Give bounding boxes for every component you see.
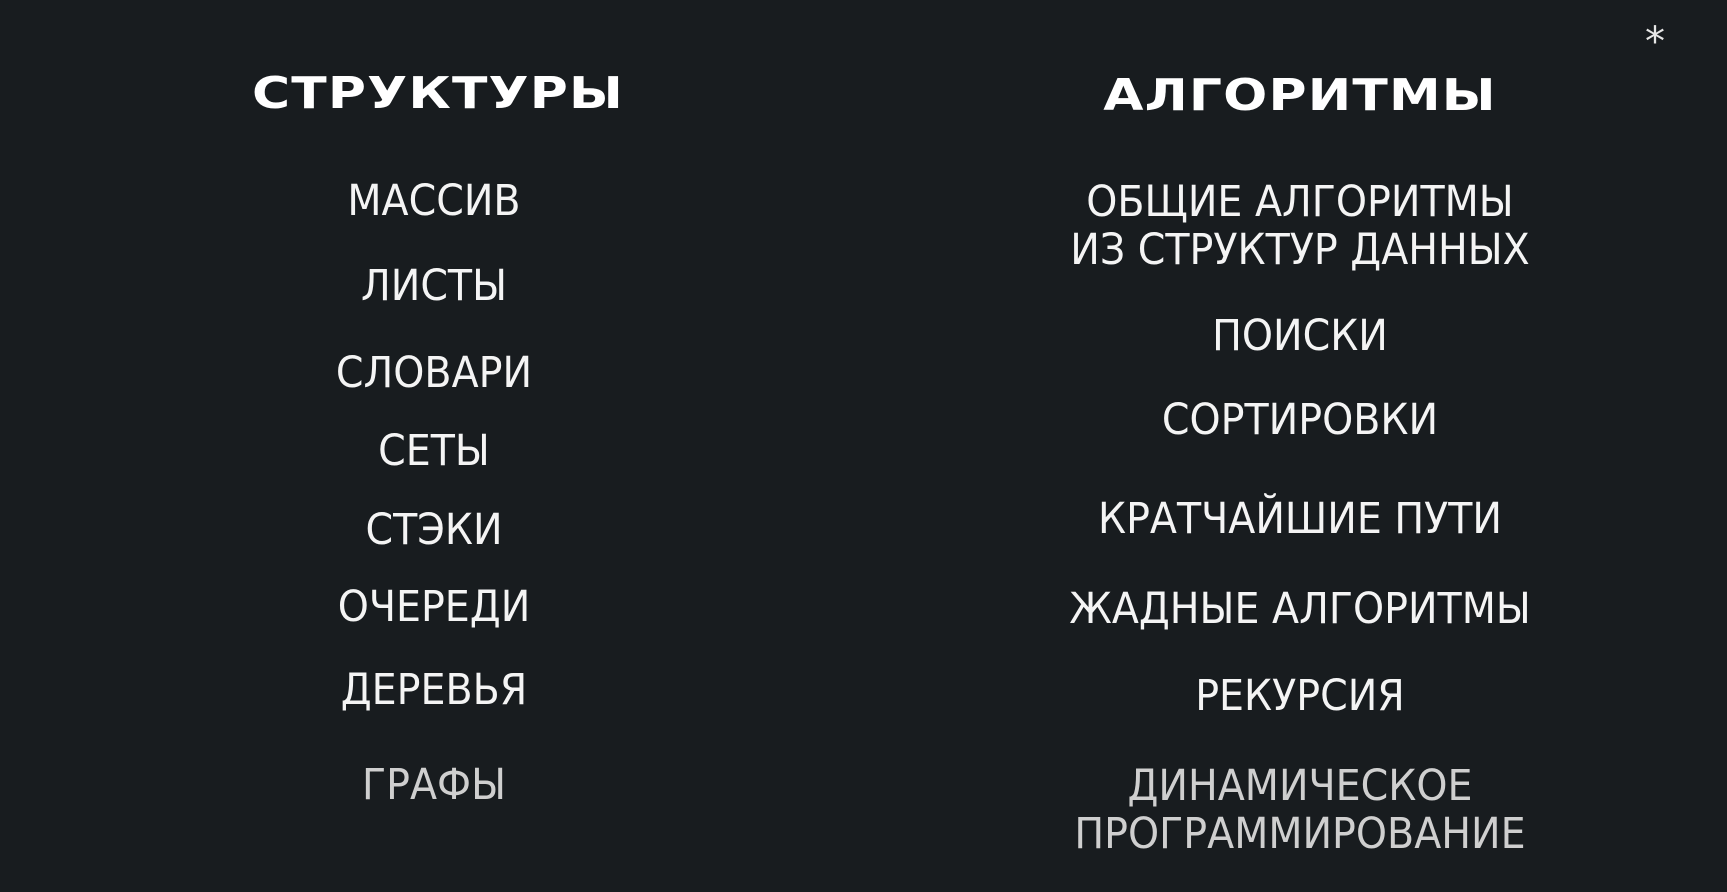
algorithm-item-recursion: РЕКУРСИЯ [1195,671,1405,721]
algorithms-title: АЛГОРИТМЫ [1103,70,1497,121]
algorithm-item-general-line2: ИЗ СТРУКТУР ДАННЫХ [1070,225,1530,275]
algorithm-item-greedy: ЖАДНЫЕ АЛГОРИТМЫ [1069,584,1531,634]
algorithm-item-searches: ПОИСКИ [1212,311,1388,361]
algorithm-item-general: ОБЩИЕ АЛГОРИТМЫ ИЗ СТРУКТУР ДАННЫХ [987,178,1613,274]
structure-item-lists: ЛИСТЫ [360,261,508,311]
structure-item-graphs: ГРАФЫ [361,760,507,810]
algorithm-item-dynamic-programming: ДИНАМИЧЕСКОЕ ПРОГРАММИРОВАНИЕ [987,762,1613,858]
algorithm-item-dynamic-programming-line1: ДИНАМИЧЕСКОЕ [1127,761,1473,811]
algorithm-item-shortest-paths: КРАТЧАЙШИЕ ПУТИ [1097,494,1503,544]
structure-item-array: МАССИВ [347,176,521,226]
structure-item-queues: ОЧЕРЕДИ [337,582,531,632]
algorithm-item-dynamic-programming-line2: ПРОГРАММИРОВАНИЕ [1074,809,1526,859]
algorithm-item-sorting: СОРТИРОВКИ [1161,395,1439,445]
slide: * СТРУКТУРЫ МАССИВ ЛИСТЫ СЛОВАРИ СЕТЫ СТ… [0,0,1727,892]
structure-item-trees: ДЕРЕВЬЯ [340,665,528,715]
asterisk-icon: * [1645,19,1665,65]
structure-item-stacks: СТЭКИ [365,505,503,555]
structure-item-sets: СЕТЫ [378,426,490,476]
structures-title: СТРУКТУРЫ [252,68,624,119]
algorithm-item-general-line1: ОБЩИЕ АЛГОРИТМЫ [1086,177,1514,227]
structure-item-dictionaries: СЛОВАРИ [335,348,533,398]
